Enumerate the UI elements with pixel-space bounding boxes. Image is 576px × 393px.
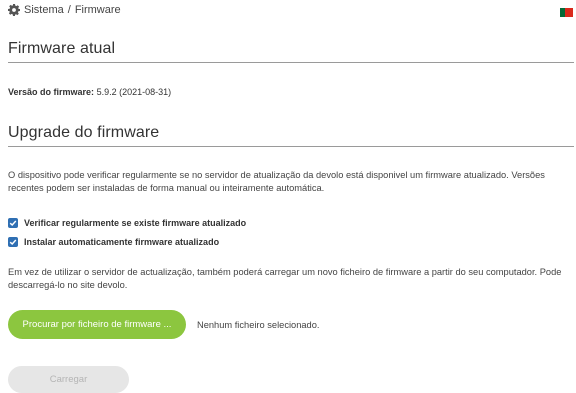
auto-install-checkbox[interactable] <box>8 237 18 247</box>
manual-upload-text: Em vez de utilizar o servidor de actuali… <box>8 267 562 290</box>
breadcrumb-current-page: Firmware <box>74 4 121 16</box>
checkmark-icon <box>9 239 17 246</box>
breadcrumb-separator: / <box>67 4 71 16</box>
auto-install-option[interactable]: Instalar automaticamente firmware atuali… <box>8 237 219 247</box>
portugal-flag-icon[interactable] <box>560 8 573 17</box>
top-bar: Sistema / Firmware <box>8 4 574 20</box>
auto-check-option[interactable]: Verificar regularmente se existe firmwar… <box>8 218 246 228</box>
auto-check-label: Verificar regularmente se existe firmwar… <box>24 218 247 228</box>
heading-divider <box>8 146 574 147</box>
upload-button[interactable]: Carregar <box>8 366 129 393</box>
upgrade-intro-text: O dispositivo pode verificar regularment… <box>8 170 545 193</box>
upgrade-firmware-heading: Upgrade do firmware <box>8 124 160 141</box>
auto-check-checkbox[interactable] <box>8 218 18 228</box>
breadcrumb-section[interactable]: Sistema <box>24 4 64 16</box>
firmware-version-label: Versão do firmware: <box>8 87 95 97</box>
current-firmware-heading: Firmware atual <box>8 40 116 57</box>
breadcrumb: Sistema / Firmware <box>8 4 121 16</box>
checkmark-icon <box>9 220 17 227</box>
firmware-version-line: Versão do firmware: 5.9.2 (2021-08-31) <box>8 87 171 97</box>
no-file-selected-text: Nenhum ficheiro selecionado. <box>197 320 320 330</box>
firmware-version-value: 5.9.2 (2021-08-31) <box>96 87 172 97</box>
auto-install-label: Instalar automaticamente firmware atuali… <box>24 237 220 247</box>
gear-icon <box>8 4 20 16</box>
heading-divider <box>8 62 574 63</box>
browse-firmware-button[interactable]: Procurar por ficheiro de firmware ... <box>8 310 186 339</box>
